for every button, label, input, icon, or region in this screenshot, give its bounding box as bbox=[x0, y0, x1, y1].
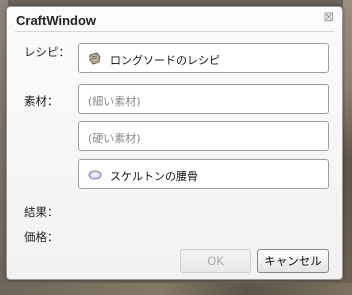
recipe-slot[interactable]: ロングソードのレシピ bbox=[78, 43, 329, 73]
game-background-bottom bbox=[0, 283, 352, 295]
material-slot-hard[interactable]: (硬い素材) bbox=[78, 121, 329, 151]
material-slot-item-value: スケルトンの腰骨 bbox=[110, 170, 198, 183]
title-divider bbox=[15, 31, 334, 32]
recipe-value: ロングソードのレシピ bbox=[110, 54, 220, 67]
material-slot-item[interactable]: スケルトンの腰骨 bbox=[78, 159, 329, 189]
materials-label: 素材： bbox=[24, 94, 59, 108]
material-slot-thin[interactable]: (細い素材) bbox=[78, 84, 329, 114]
scroll-icon bbox=[89, 52, 101, 65]
game-background-right bbox=[343, 0, 352, 295]
ok-button[interactable]: OK bbox=[180, 249, 251, 273]
recipe-label: レシピ： bbox=[24, 45, 70, 59]
bone-icon bbox=[88, 170, 102, 180]
craft-window: CraftWindow ⊠ レシピ： ロングソードのレシピ 素材： (細い素材)… bbox=[6, 6, 343, 280]
close-icon[interactable]: ⊠ bbox=[322, 11, 336, 25]
cancel-button[interactable]: キャンセル bbox=[257, 249, 329, 273]
price-label: 価格： bbox=[24, 230, 59, 244]
result-label: 結果： bbox=[24, 205, 59, 219]
window-title: CraftWindow bbox=[16, 13, 97, 28]
material-slot-hard-placeholder: (硬い素材) bbox=[88, 132, 141, 145]
material-slot-thin-placeholder: (細い素材) bbox=[88, 95, 141, 108]
